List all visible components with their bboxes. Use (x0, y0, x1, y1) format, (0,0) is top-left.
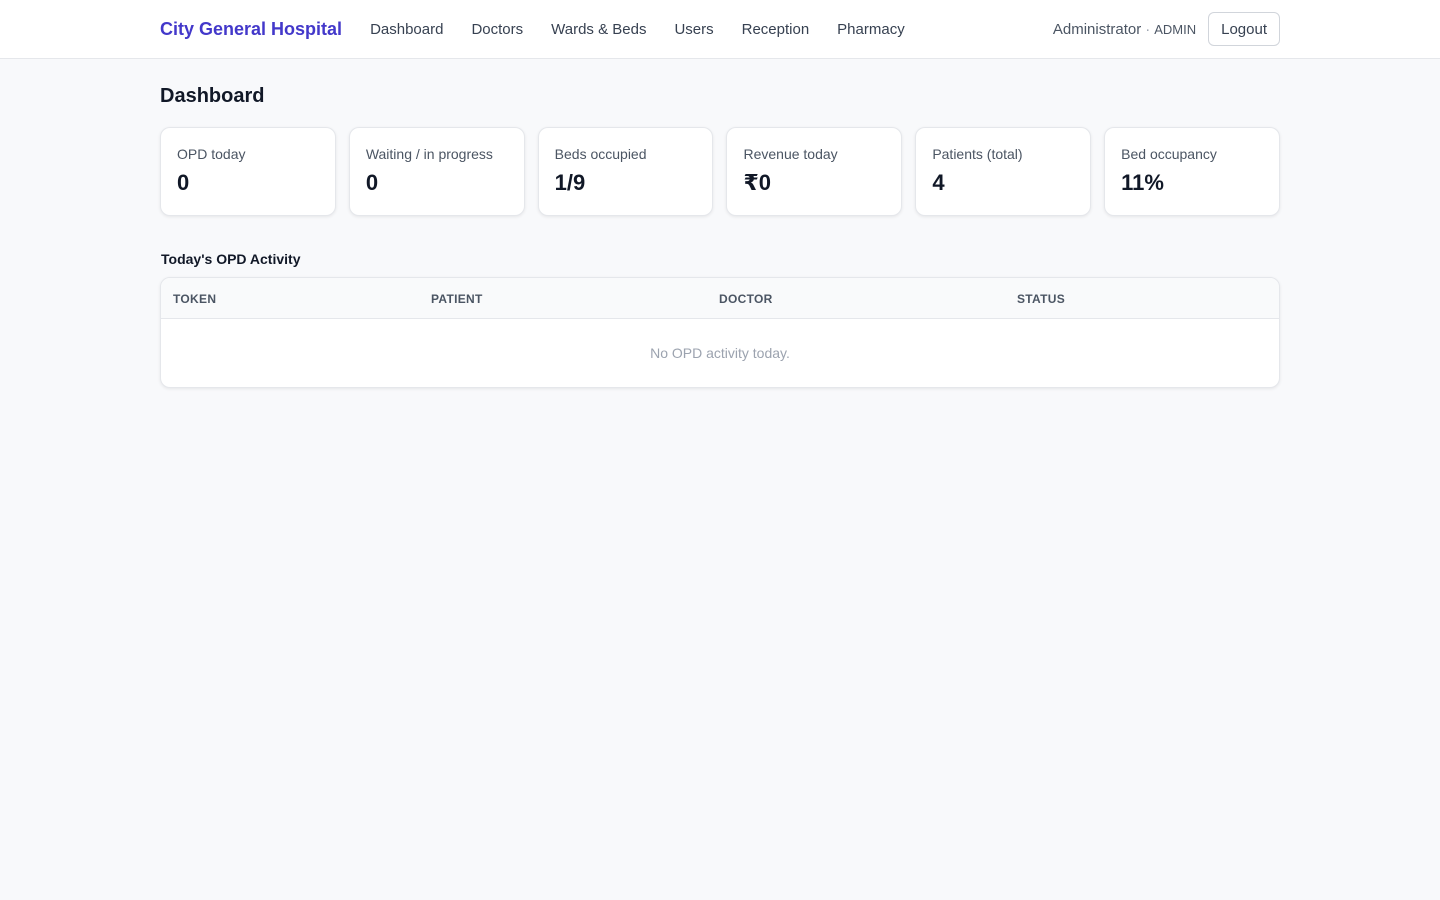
main-nav: Dashboard Doctors Wards & Beds Users Rec… (370, 21, 933, 38)
stat-value: 1/9 (554, 170, 586, 195)
user-role-badge: ADMIN (1154, 21, 1197, 37)
main-content: Dashboard OPD today 0 Waiting / in progr… (160, 59, 1280, 388)
stat-label: Revenue today (743, 146, 838, 162)
stat-card-waiting: Waiting / in progress 0 (348, 127, 525, 216)
stat-card-patients-total: Patients (total) 4 (915, 127, 1092, 216)
stat-value: 0 (177, 170, 190, 195)
navbar-inner: City General Hospital Dashboard Doctors … (160, 0, 1280, 58)
top-navbar: City General Hospital Dashboard Doctors … (0, 0, 1440, 59)
column-header-doctor: Doctor (719, 292, 773, 306)
empty-state-message: No OPD activity today. (650, 345, 790, 361)
user-separator: · (1145, 20, 1151, 38)
column-header-token: Token (173, 292, 217, 306)
nav-reception[interactable]: Reception (742, 21, 810, 38)
stat-value: 0 (365, 170, 379, 195)
nav-users[interactable]: Users (674, 21, 713, 38)
stat-label: Beds occupied (554, 146, 647, 162)
stat-card-revenue-today: Revenue today ₹0 (726, 127, 903, 216)
stat-label: Waiting / in progress (365, 146, 493, 162)
logout-button[interactable]: Logout (1208, 12, 1280, 46)
column-header-status: Status (1017, 292, 1066, 306)
nav-doctors[interactable]: Doctors (471, 21, 523, 38)
stats-row: OPD today 0 Waiting / in progress 0 Beds… (160, 127, 1280, 216)
brand-logo[interactable]: City General Hospital (160, 19, 342, 40)
user-info: Administrator · ADMIN (1053, 21, 1196, 38)
stat-value: ₹0 (743, 170, 772, 195)
stat-label: Patients (total) (932, 146, 1023, 162)
table-header: Token Patient Doctor Status (161, 278, 1279, 319)
stat-value: 11% (1121, 170, 1164, 195)
column-header-patient: Patient (431, 292, 483, 306)
stat-label: Bed occupancy (1121, 146, 1217, 162)
stat-value: 4 (932, 170, 945, 195)
opd-table: Token Patient Doctor Status No OPD activ… (160, 277, 1280, 388)
user-name: Administrator (1052, 20, 1142, 38)
stat-card-beds-occupied: Beds occupied 1/9 (537, 127, 714, 216)
opd-section-title: Today's OPD Activity (161, 251, 301, 267)
page-title: Dashboard (160, 85, 265, 107)
stat-label: OPD today (177, 146, 246, 162)
stat-card-bed-occupancy: Bed occupancy 11% (1104, 127, 1280, 216)
stat-card-opd-today: OPD today 0 (160, 127, 336, 216)
nav-dashboard[interactable]: Dashboard (370, 21, 443, 38)
nav-wards-beds[interactable]: Wards & Beds (551, 21, 646, 38)
nav-pharmacy[interactable]: Pharmacy (837, 21, 905, 38)
